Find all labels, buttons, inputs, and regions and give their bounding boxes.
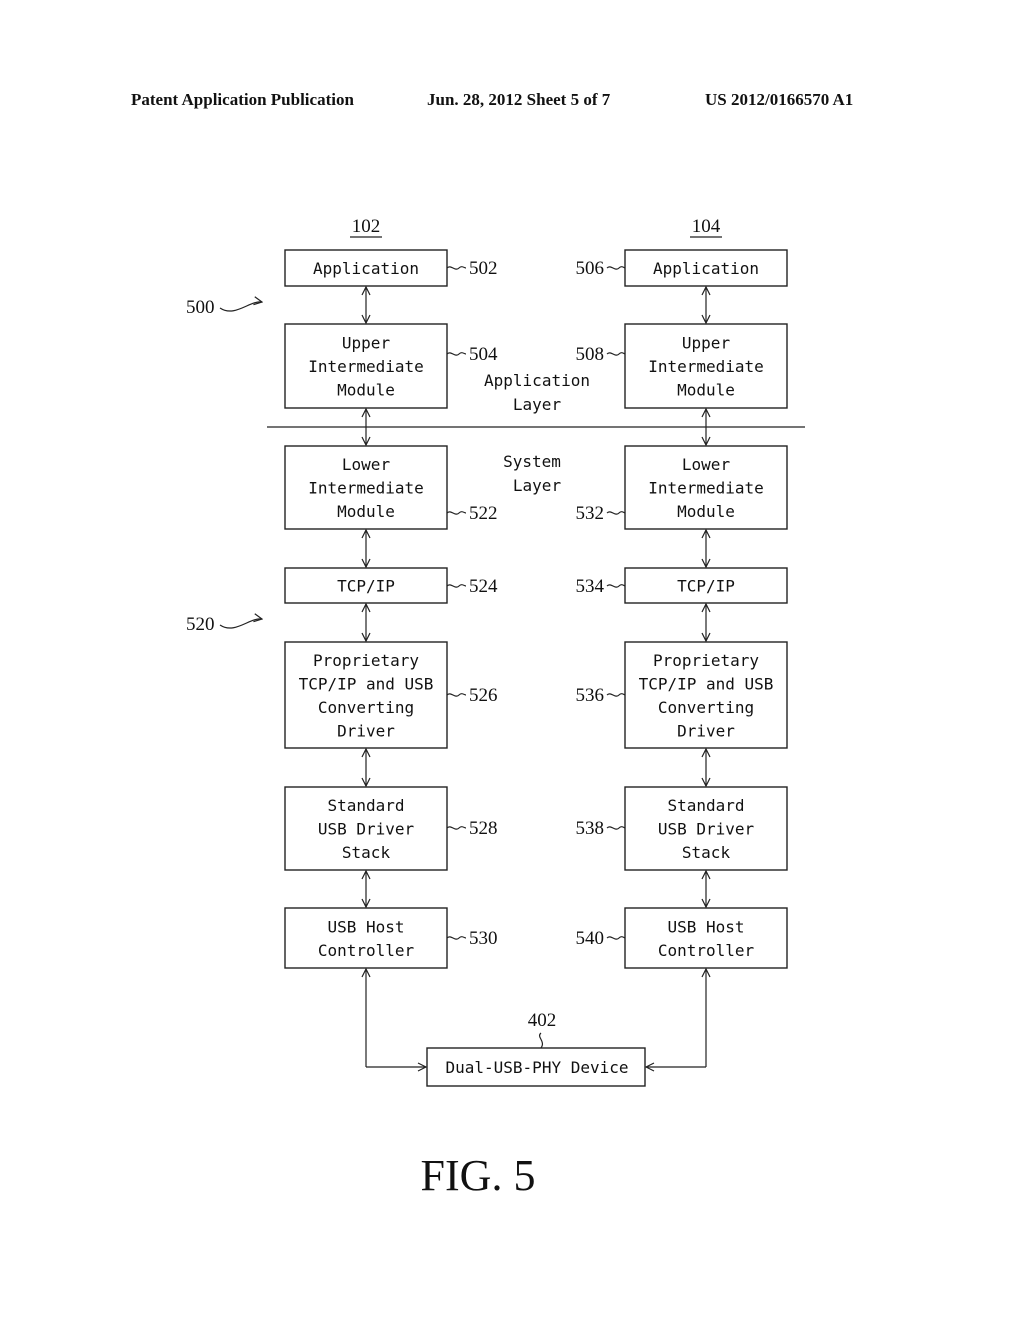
right-block-538-text: USB Driver: [658, 820, 755, 839]
ref-label-504: 504: [469, 344, 498, 365]
device-ref: 402: [528, 1010, 557, 1031]
right-block-536-text: Converting: [658, 698, 754, 717]
ref-leader-536: [606, 693, 626, 697]
group-ref-system-leader: [219, 619, 262, 629]
left-block-504-text: Module: [337, 381, 395, 400]
ref-label-528: 528: [469, 818, 498, 839]
left-block-530-text: USB Host: [327, 917, 404, 936]
left-block-526-text: Converting: [318, 698, 414, 717]
ref-leader-522: [446, 511, 467, 515]
ref-label-536: 536: [576, 685, 605, 706]
ref-label-506: 506: [576, 258, 605, 279]
ref-label-538: 538: [576, 818, 605, 839]
left-stack: Application 502 Upper Intermediate Module 504…: [284, 249, 498, 969]
left-block-504-text: Upper: [342, 334, 391, 353]
group-ref-application: 500: [186, 297, 215, 318]
left-block-522-text: Module: [337, 502, 395, 521]
group-ref-system: 520: [186, 614, 215, 635]
ref-label-534: 534: [576, 576, 605, 597]
ref-label-530: 530: [469, 928, 498, 949]
application-layer-label-line2: Layer: [513, 395, 562, 414]
left-block-522-text: Lower: [342, 455, 391, 474]
right-block-534-text: TCP/IP: [677, 577, 735, 596]
ref-leader-524: [446, 584, 467, 588]
left-block-502-text: Application: [313, 259, 419, 278]
ref-label-540: 540: [576, 928, 605, 949]
right-block-508-text: Upper: [682, 334, 731, 353]
right-block-536-text: Proprietary: [653, 651, 759, 670]
right-block-540-text: Controller: [658, 941, 755, 960]
left-block-522-text: Intermediate: [308, 479, 424, 498]
stack-label-right: 104: [692, 216, 721, 237]
left-block-528-text: USB Driver: [318, 820, 415, 839]
ref-label-522: 522: [469, 503, 498, 524]
right-block-532-text: Intermediate: [648, 479, 764, 498]
ref-leader-504: [446, 352, 467, 356]
right-stack: Application 506 Upper Intermediate Module 508…: [576, 249, 788, 969]
ref-leader-526: [446, 693, 467, 697]
left-block-528-text: Standard: [327, 796, 404, 815]
group-ref-application-leader: [219, 302, 262, 312]
right-block-538-text: Standard: [667, 796, 744, 815]
device-ref-leader: [538, 1032, 544, 1049]
ref-leader-528: [446, 826, 467, 830]
ref-label-502: 502: [469, 258, 498, 279]
ref-label-532: 532: [576, 503, 605, 524]
ref-label-524: 524: [469, 576, 498, 597]
ref-leader-508: [606, 352, 626, 356]
right-block-536-text: TCP/IP and USB: [639, 674, 774, 693]
ref-leader-502: [446, 266, 467, 270]
ref-label-526: 526: [469, 685, 498, 706]
left-block-504-text: Intermediate: [308, 357, 424, 376]
figure-label: FIG. 5: [421, 1151, 536, 1200]
ref-leader-506: [606, 266, 626, 270]
right-block-540-text: USB Host: [667, 917, 744, 936]
right-block-532-text: Module: [677, 502, 735, 521]
left-block-526-text: Proprietary: [313, 651, 419, 670]
right-block-508-text: Module: [677, 381, 735, 400]
right-block-532-text: Lower: [682, 455, 731, 474]
application-layer-label-line1: Application: [484, 371, 590, 390]
right-block-508-text: Intermediate: [648, 357, 764, 376]
ref-leader-534: [606, 584, 626, 588]
stack-label-left: 102: [352, 216, 381, 237]
system-layer-label-line1: System: [503, 452, 561, 471]
left-block-530-text: Controller: [318, 941, 415, 960]
ref-leader-540: [606, 936, 626, 940]
system-layer-label-line2: Layer: [513, 476, 562, 495]
ref-leader-538: [606, 826, 626, 830]
ref-leader-532: [606, 511, 626, 515]
ref-leader-530: [446, 936, 467, 940]
left-block-528-text: Stack: [342, 843, 391, 862]
right-block-506-text: Application: [653, 259, 759, 278]
device-label: Dual-USB-PHY Device: [445, 1058, 628, 1077]
left-block-526-text: TCP/IP and USB: [299, 674, 434, 693]
right-block-536-text: Driver: [677, 721, 735, 740]
left-block-524-text: TCP/IP: [337, 577, 395, 596]
ref-label-508: 508: [576, 344, 605, 365]
block-diagram: 102 104 500 520 Application Layer System…: [186, 216, 805, 1200]
left-block-526-text: Driver: [337, 721, 395, 740]
right-block-538-text: Stack: [682, 843, 731, 862]
